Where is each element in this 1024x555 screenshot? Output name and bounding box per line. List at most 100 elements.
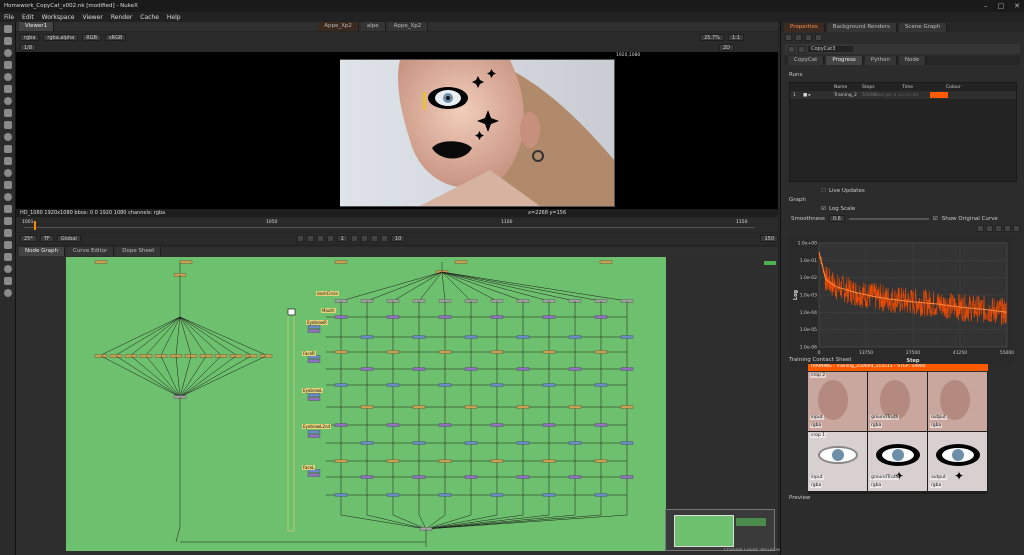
node[interactable] [334, 423, 348, 427]
node[interactable] [438, 315, 452, 319]
node[interactable] [464, 405, 478, 409]
tab-node[interactable]: Node [898, 56, 927, 65]
other-icon[interactable] [3, 217, 12, 225]
node[interactable] [542, 423, 556, 427]
global-select[interactable]: Global [56, 235, 81, 242]
views-icon[interactable] [3, 145, 12, 153]
node[interactable] [594, 315, 608, 319]
tab-curve-editor[interactable]: Curve Editor [66, 247, 115, 256]
play-back-button[interactable] [326, 235, 334, 242]
node[interactable] [307, 359, 321, 363]
menu-help[interactable]: Help [167, 14, 181, 21]
step-forward-button[interactable] [360, 235, 368, 242]
node[interactable] [386, 350, 400, 354]
node[interactable] [386, 383, 400, 387]
node[interactable] [360, 335, 374, 339]
color-select[interactable]: RGB [82, 33, 102, 41]
node[interactable] [516, 335, 530, 339]
node[interactable] [490, 315, 504, 319]
node-name-field[interactable]: CopyCat3 [808, 46, 854, 52]
node[interactable] [307, 397, 321, 401]
cara-icon[interactable] [3, 277, 12, 285]
fps-field[interactable]: 25* [20, 235, 37, 242]
frame-field[interactable]: 1/8 [20, 43, 37, 51]
node[interactable] [516, 367, 530, 371]
filter-icon[interactable] [3, 85, 12, 93]
zoom-select[interactable]: 25.7% [700, 33, 724, 41]
node[interactable] [594, 459, 608, 463]
node[interactable] [490, 423, 504, 427]
step-field[interactable]: 10 [390, 235, 406, 242]
live-updates-checkbox[interactable]: ☐ Live Updates [821, 188, 865, 194]
channel-icon[interactable] [3, 61, 12, 69]
globe-icon[interactable] [3, 289, 12, 297]
node[interactable] [568, 405, 582, 409]
node[interactable] [464, 475, 478, 479]
node-color-button[interactable] [798, 45, 805, 53]
graph-tool-3[interactable] [995, 225, 1002, 232]
node[interactable] [516, 441, 530, 445]
tab-copycat[interactable]: CopyCat [788, 56, 825, 65]
node[interactable] [594, 383, 608, 387]
node-graph-canvas[interactable]: dashCircle Mouth EyebrowR FaceR EyebrowL… [66, 257, 666, 551]
node[interactable] [412, 475, 426, 479]
node[interactable] [542, 493, 556, 497]
menu-workspace[interactable]: Workspace [42, 14, 75, 21]
tab-background-renders[interactable]: Background Renders [826, 22, 897, 32]
smoothness-field[interactable]: 0.6 [828, 215, 845, 222]
node[interactable] [620, 441, 634, 445]
gear-icon[interactable] [3, 265, 12, 273]
prev-key-button[interactable] [306, 235, 314, 242]
node[interactable] [334, 493, 348, 497]
tab-properties[interactable]: Properties [784, 22, 825, 32]
time-icon[interactable] [3, 49, 12, 57]
node[interactable] [620, 475, 634, 479]
node[interactable] [412, 367, 426, 371]
toolsets-icon[interactable] [3, 205, 12, 213]
ml-icon[interactable] [3, 229, 12, 237]
node[interactable] [334, 260, 348, 264]
ratio-select[interactable]: 1:1 [727, 33, 744, 41]
transform-icon[interactable] [3, 121, 12, 129]
node[interactable] [360, 441, 374, 445]
node[interactable] [334, 315, 348, 319]
node[interactable] [594, 493, 608, 497]
tab-node-c[interactable]: Appe_Xp2 [387, 22, 429, 31]
show-original-checkbox[interactable]: ☑ [933, 216, 938, 222]
current-frame-field[interactable]: 1 [336, 235, 348, 242]
merge-icon[interactable] [3, 109, 12, 117]
node[interactable] [94, 260, 108, 264]
node[interactable] [516, 405, 530, 409]
tab-scene-graph[interactable]: Scene Graph [898, 22, 948, 32]
log-scale-checkbox[interactable]: ☑ Log Scale [821, 206, 855, 212]
node[interactable] [334, 459, 348, 463]
first-frame-button[interactable] [296, 235, 304, 242]
node[interactable] [594, 350, 608, 354]
node[interactable] [620, 335, 634, 339]
node[interactable] [620, 405, 634, 409]
node-viewer[interactable] [287, 308, 296, 316]
menu-viewer[interactable]: Viewer [82, 14, 102, 21]
node[interactable] [568, 335, 582, 339]
node[interactable] [307, 329, 321, 333]
node-label-5[interactable]: EyebrowL [302, 388, 324, 393]
node-label-6[interactable]: EyebrowL2nd [302, 424, 332, 429]
node[interactable] [438, 423, 452, 427]
node[interactable] [542, 459, 556, 463]
furnace-icon[interactable] [3, 241, 12, 249]
node[interactable] [438, 350, 452, 354]
graph-tool-2[interactable] [986, 225, 993, 232]
color-icon[interactable] [3, 73, 12, 81]
tab-progress[interactable]: Progress [826, 56, 863, 65]
node[interactable] [568, 475, 582, 479]
tab-python[interactable]: Python [864, 56, 897, 65]
node[interactable] [360, 475, 374, 479]
node[interactable] [490, 459, 504, 463]
step-back-button[interactable] [316, 235, 324, 242]
metadata-icon[interactable] [3, 157, 12, 165]
keyer-icon[interactable] [3, 97, 12, 105]
node[interactable] [516, 475, 530, 479]
minimize-button[interactable]: – [984, 2, 988, 10]
draw-icon[interactable] [3, 37, 12, 45]
node[interactable] [620, 367, 634, 371]
